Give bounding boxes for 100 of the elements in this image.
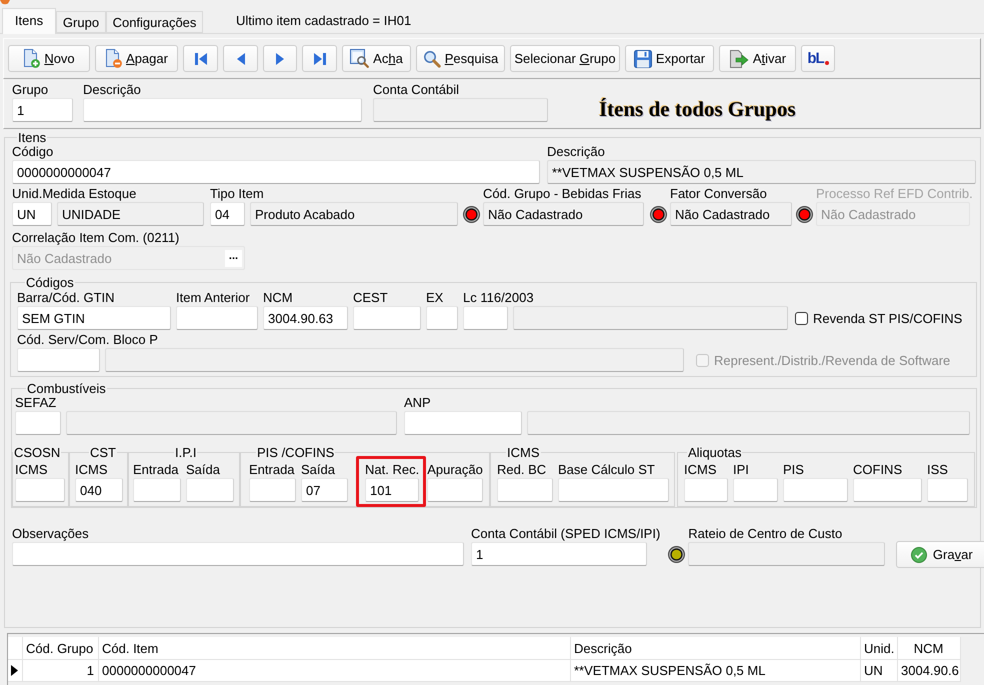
- logo-dot-icon: [824, 61, 829, 65]
- field-label: ICMS: [684, 463, 716, 477]
- input-field[interactable]: 07: [301, 478, 348, 502]
- input-field[interactable]: [513, 306, 788, 330]
- input-field[interactable]: [853, 478, 922, 502]
- input-field[interactable]: [426, 306, 458, 330]
- input-field[interactable]: [427, 478, 484, 502]
- field-label: CEST: [353, 291, 388, 305]
- field-label: Cód. Serv/Com. Bloco P: [17, 333, 158, 347]
- input-field[interactable]: Produto Acabado: [250, 202, 458, 226]
- save-button[interactable]: Gravar: [896, 541, 984, 568]
- select-group-button[interactable]: Selecionar Grupo: [510, 45, 620, 72]
- input-field[interactable]: [558, 478, 669, 502]
- table-cell: 3004.90.6: [898, 660, 961, 682]
- field-label: IPI: [733, 463, 749, 477]
- input-field[interactable]: [353, 306, 421, 330]
- last-button[interactable]: [302, 45, 337, 72]
- field-label: Grupo: [12, 83, 48, 97]
- tab[interactable]: Configurações: [106, 11, 203, 33]
- group-label: CST: [89, 446, 117, 459]
- input-field[interactable]: [373, 98, 548, 122]
- input-field[interactable]: [15, 478, 65, 502]
- input-field[interactable]: [12, 542, 464, 566]
- field-label: Conta Contábil: [373, 83, 459, 97]
- group-label: Aliquotas: [687, 446, 742, 459]
- first-button[interactable]: [183, 45, 218, 72]
- input-field[interactable]: 1: [471, 542, 647, 566]
- field-label: ICMS: [75, 463, 108, 477]
- input-field[interactable]: [83, 98, 362, 122]
- input-field[interactable]: UNIDADE: [57, 202, 204, 226]
- field-label: Entrada: [133, 463, 179, 477]
- activate-button[interactable]: Ativar: [719, 45, 796, 72]
- next-button[interactable]: [263, 45, 297, 72]
- row-indicator[interactable]: [8, 660, 23, 682]
- tab[interactable]: Grupo: [56, 11, 106, 33]
- field-label: SEFAZ: [15, 396, 56, 410]
- input-field[interactable]: [404, 411, 522, 435]
- input-field[interactable]: [66, 411, 397, 435]
- previous-button[interactable]: [223, 45, 258, 72]
- field-label: Processo Ref EFD Contrib.: [816, 187, 973, 201]
- input-field[interactable]: [186, 478, 234, 502]
- indicator-light-icon[interactable]: [650, 206, 667, 222]
- field-label: Conta Contábil (SPED ICMS/IPI): [471, 527, 660, 541]
- input-field[interactable]: [733, 478, 778, 502]
- indicator-light-icon[interactable]: [668, 546, 686, 562]
- input-field[interactable]: [105, 348, 684, 372]
- input-field[interactable]: SEM GTIN: [17, 306, 171, 330]
- logo-button[interactable]: bL: [801, 45, 835, 72]
- input-field[interactable]: **VETMAX SUSPENSÃO 0,5 ML: [547, 160, 976, 184]
- input-field[interactable]: [15, 411, 61, 435]
- input-field[interactable]: 101: [365, 478, 419, 502]
- status-text: Ultimo item cadastrado = IH01: [236, 13, 412, 28]
- input-field[interactable]: [684, 478, 728, 502]
- new-button[interactable]: Novo: [8, 45, 90, 72]
- table-cell: 0000000000047: [99, 660, 571, 682]
- previous-icon: [236, 52, 244, 66]
- next-icon: [276, 52, 284, 66]
- field-label: Código: [12, 145, 54, 159]
- checkbox[interactable]: [795, 312, 808, 324]
- input-field[interactable]: [17, 348, 100, 372]
- field-label: Barra/Cód. GTIN: [17, 291, 115, 305]
- group-label: I.P.I: [174, 446, 198, 459]
- tab[interactable]: Itens: [2, 8, 56, 34]
- input-field[interactable]: [463, 306, 508, 330]
- group-label: Códigos: [25, 276, 75, 289]
- document-arrow-icon: [728, 50, 749, 68]
- table-cell: **VETMAX SUSPENSÃO 0,5 ML: [571, 660, 861, 682]
- search-button[interactable]: Pesquisa: [416, 45, 505, 72]
- input-field[interactable]: [927, 478, 968, 502]
- input-field[interactable]: 04: [210, 202, 245, 226]
- field-label: Red. BC: [497, 463, 546, 477]
- input-field[interactable]: [249, 478, 296, 502]
- app-icon: [0, 0, 10, 5]
- checkbox-label[interactable]: Revenda ST PIS/COFINS: [813, 310, 962, 326]
- column-header: Descrição: [571, 637, 861, 660]
- field-label: Base Cálculo ST: [558, 463, 655, 477]
- field-label: EX: [426, 291, 444, 305]
- input-field[interactable]: [688, 542, 886, 566]
- input-field[interactable]: Não Cadastrado: [670, 202, 792, 226]
- last-icon: [314, 52, 326, 66]
- input-field[interactable]: 3004.90.63: [263, 306, 348, 330]
- group-label: PIS /COFINS: [256, 446, 336, 459]
- column-header: Cód. Grupo: [23, 637, 99, 660]
- field-label: Tipo Item: [210, 187, 264, 201]
- input-field[interactable]: Não Cadastrado: [483, 202, 644, 226]
- input-field[interactable]: [783, 478, 848, 502]
- find-button[interactable]: Acha: [342, 45, 411, 72]
- table-cell: 1: [23, 660, 99, 682]
- input-field[interactable]: [527, 411, 970, 435]
- delete-button[interactable]: Apagar: [95, 45, 178, 72]
- field-label: Descrição: [547, 145, 605, 159]
- input-field[interactable]: [497, 478, 553, 502]
- input-field[interactable]: 0000000000047: [12, 160, 540, 184]
- input-field[interactable]: 1: [12, 98, 73, 122]
- input-field[interactable]: [176, 306, 258, 330]
- indicator-light-icon[interactable]: [463, 206, 480, 222]
- export-button[interactable]: Exportar: [625, 45, 714, 72]
- input-field[interactable]: UN: [12, 202, 52, 226]
- input-field[interactable]: [133, 478, 181, 502]
- input-field[interactable]: 040: [75, 478, 123, 502]
